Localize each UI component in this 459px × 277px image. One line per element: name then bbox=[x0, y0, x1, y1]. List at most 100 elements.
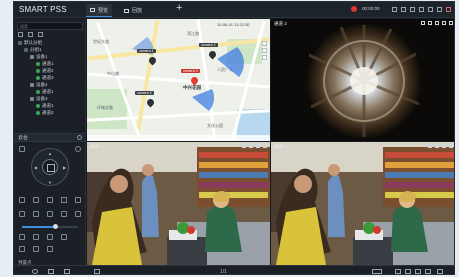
close-view-icon[interactable] bbox=[449, 21, 453, 25]
snapshot-icon[interactable] bbox=[242, 144, 246, 148]
settings-icon[interactable] bbox=[410, 7, 415, 12]
add-tab-button[interactable]: + bbox=[176, 2, 182, 14]
tree-node-cam[interactable]: 通道3 bbox=[14, 74, 86, 81]
ptz-menu-icon[interactable] bbox=[19, 146, 25, 152]
camera-view-3[interactable]: 通道 3 bbox=[87, 142, 270, 265]
tree-node-cam[interactable]: 通道1 bbox=[14, 102, 86, 109]
location-icon[interactable] bbox=[32, 269, 38, 274]
ptz-down-icon[interactable]: ▼ bbox=[48, 180, 52, 185]
ptz-settings-icon[interactable] bbox=[77, 135, 82, 140]
refresh-icon[interactable] bbox=[38, 32, 43, 37]
maximize-icon[interactable] bbox=[437, 7, 442, 12]
record-icon[interactable] bbox=[428, 21, 432, 25]
tab-live-view[interactable]: 预览 bbox=[86, 4, 113, 17]
layout-4-icon[interactable] bbox=[405, 269, 411, 274]
ptz-extra-2-icon[interactable] bbox=[33, 234, 39, 240]
camera-tag: camera 2 bbox=[199, 43, 218, 47]
ptz-extra-3-icon[interactable] bbox=[47, 234, 53, 240]
layout-1-icon[interactable] bbox=[395, 269, 401, 274]
layout-custom-icon[interactable] bbox=[425, 269, 431, 274]
tab-label: 回放 bbox=[132, 8, 143, 14]
ptz-extra-5-icon[interactable] bbox=[19, 246, 25, 252]
map-layers-icon[interactable] bbox=[262, 55, 267, 60]
ptz-extra-6-icon[interactable] bbox=[33, 246, 39, 252]
view-toolbar bbox=[242, 144, 267, 148]
audio-icon[interactable] bbox=[435, 21, 439, 25]
alarm-icon[interactable] bbox=[392, 7, 397, 12]
record-icon[interactable] bbox=[435, 144, 439, 148]
audio-icon[interactable] bbox=[442, 144, 446, 148]
calendar-icon[interactable] bbox=[28, 32, 33, 37]
title-bar: SMART PSS 预览 回放 + 00:00:00 bbox=[14, 2, 454, 18]
focus-near-icon[interactable] bbox=[47, 197, 53, 203]
ptz-reset-icon[interactable] bbox=[75, 146, 81, 152]
save-view-icon[interactable] bbox=[94, 269, 100, 274]
stream-select-icon[interactable] bbox=[372, 269, 382, 274]
tree-node-dev[interactable]: 设备3 bbox=[14, 95, 86, 102]
pattern-icon[interactable] bbox=[75, 211, 81, 217]
tree-node-group[interactable]: 分组1 bbox=[14, 46, 86, 53]
camera-view-4[interactable]: 通道 4 bbox=[271, 142, 454, 265]
tour-icon[interactable] bbox=[61, 211, 67, 217]
tree-node-cam[interactable]: 通道2 bbox=[14, 109, 86, 116]
clear-icon[interactable] bbox=[48, 269, 54, 274]
search-input[interactable]: 搜索 bbox=[17, 22, 83, 30]
ptz-direction-pad[interactable]: ▲ ▼ ◀ ▶ bbox=[31, 148, 69, 186]
tree-node-cam[interactable]: 通道1 bbox=[14, 60, 86, 67]
device-icon bbox=[30, 82, 34, 87]
device-tree: 默认分组 分组1 设备1 通道1 通道2 通道3 设备2 通道1 设备3 通道1 通道2 bbox=[14, 39, 86, 116]
ptz-title: 云台 bbox=[18, 135, 29, 141]
light-icon[interactable] bbox=[33, 211, 39, 217]
collapse-icon[interactable] bbox=[18, 32, 23, 37]
layout-9-icon[interactable] bbox=[415, 269, 421, 274]
tree-node-group[interactable]: 默认分组 bbox=[14, 39, 86, 46]
ptz-extra-1-icon[interactable] bbox=[19, 234, 25, 240]
ptz-speed-slider[interactable] bbox=[22, 224, 78, 229]
camera-tag: camera 1 bbox=[137, 49, 156, 53]
map-zoom-out-icon[interactable] bbox=[262, 48, 267, 53]
user-icon[interactable] bbox=[401, 7, 406, 12]
tree-node-label: 通道2 bbox=[42, 67, 54, 73]
wiper-icon[interactable] bbox=[19, 211, 25, 217]
ptz-left-icon[interactable]: ◀ bbox=[34, 165, 37, 170]
close-view-icon[interactable] bbox=[449, 144, 453, 148]
record-indicator-icon bbox=[351, 6, 357, 12]
ptz-extra-7-icon[interactable] bbox=[47, 246, 53, 252]
view-toolbar bbox=[428, 144, 453, 148]
tree-node-dev[interactable]: 设备2 bbox=[14, 81, 86, 88]
focus-far-icon[interactable] bbox=[61, 197, 67, 203]
fullscreen-icon[interactable] bbox=[437, 269, 443, 274]
snapshot-icon[interactable] bbox=[428, 144, 432, 148]
edit-icon[interactable] bbox=[64, 269, 70, 274]
tree-node-cam[interactable]: 通道2 bbox=[14, 67, 86, 74]
camera-3-label: 通道 3 bbox=[90, 144, 103, 149]
zoom-out-icon[interactable] bbox=[19, 197, 25, 203]
close-icon[interactable] bbox=[446, 7, 451, 12]
ptz-center-button[interactable] bbox=[42, 159, 58, 175]
ptz-extra-4-icon[interactable] bbox=[61, 234, 67, 240]
map-tools bbox=[262, 41, 267, 60]
auto-scan-icon[interactable] bbox=[47, 211, 53, 217]
iris-icon[interactable] bbox=[75, 197, 81, 203]
minimize-icon[interactable] bbox=[428, 7, 433, 12]
audio-icon[interactable] bbox=[256, 144, 260, 148]
snapshot-icon[interactable] bbox=[421, 21, 425, 25]
tree-node-dev[interactable]: 设备1 bbox=[14, 53, 86, 60]
ptz-up-icon[interactable]: ▲ bbox=[48, 151, 52, 156]
record-icon[interactable] bbox=[249, 144, 253, 148]
playback-icon bbox=[124, 8, 129, 13]
close-view-icon[interactable] bbox=[263, 144, 267, 148]
zoom-in-icon[interactable] bbox=[33, 197, 39, 203]
fisheye-mode-icon[interactable] bbox=[442, 21, 446, 25]
map-zoom-in-icon[interactable] bbox=[262, 41, 267, 46]
tree-node-label: 通道3 bbox=[42, 74, 54, 80]
tab-playback[interactable]: 回放 bbox=[120, 4, 146, 17]
ptz-right-icon[interactable]: ▶ bbox=[63, 165, 66, 170]
speed-knob[interactable] bbox=[53, 224, 59, 229]
camera-4-label: 通道 4 bbox=[274, 144, 287, 149]
camera-tag: camera 4 bbox=[135, 91, 154, 95]
fisheye-view[interactable]: 通道 2 bbox=[271, 19, 454, 141]
map-view[interactable]: 世纪大道 滨江路 中山路 人民广场 中兴花园 环城北路 文化公园 camera … bbox=[87, 19, 270, 141]
lock-icon[interactable] bbox=[419, 7, 424, 12]
tree-node-cam[interactable]: 通道1 bbox=[14, 88, 86, 95]
